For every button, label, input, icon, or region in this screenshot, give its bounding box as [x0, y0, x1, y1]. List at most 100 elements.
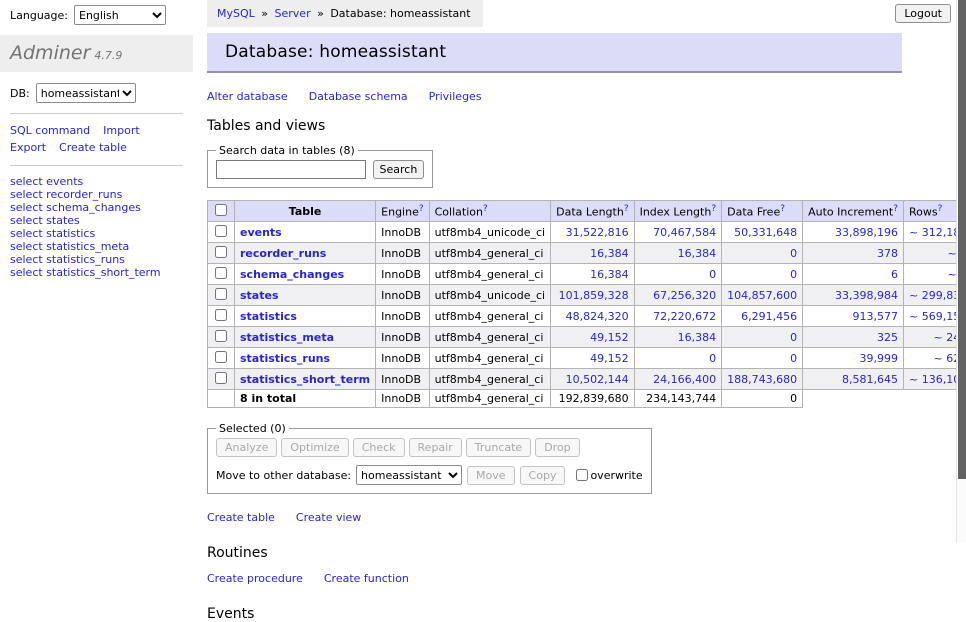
create-function-link[interactable]: Create function [324, 572, 409, 585]
overwrite-checkbox[interactable] [576, 469, 588, 481]
row-checkbox[interactable] [215, 225, 227, 237]
sidebar-link-export[interactable]: Export [10, 141, 46, 154]
row-checkbox[interactable] [215, 372, 227, 384]
move-database-select[interactable]: homeassistant [356, 465, 462, 485]
engine-cell: InnoDB [376, 243, 429, 264]
overwrite-label: overwrite [590, 469, 642, 482]
help-link-collation[interactable]: ? [483, 204, 488, 214]
total-label: 8 in total [235, 390, 376, 408]
row-checkbox[interactable] [215, 309, 227, 321]
optimize-button[interactable]: Optimize [281, 438, 348, 457]
search-fieldset: Search data in tables (8) Search [207, 144, 433, 188]
sidebar-item-select-statistics-short-term[interactable]: select statistics_short_term [10, 266, 183, 279]
table-row-states: states InnoDB utf8mb4_unicode_ci 101,859… [208, 285, 966, 306]
data-length-cell: 16,384 [551, 264, 634, 285]
vertical-scrollbar[interactable] [956, 0, 966, 543]
table-link-statistics-meta[interactable]: statistics_meta [240, 331, 334, 344]
data-free-cell: 104,857,600 [722, 285, 803, 306]
sidebar-item-select-states[interactable]: select states [10, 214, 183, 227]
scrollbar-thumb[interactable] [958, 0, 966, 479]
sidebar-item-select-recorder-runs[interactable]: select recorder_runs [10, 188, 183, 201]
language-select[interactable]: English [74, 5, 166, 25]
events-title: Events [207, 606, 917, 622]
sidebar-item-select-statistics-runs[interactable]: select statistics_runs [10, 253, 183, 266]
db-select[interactable]: homeassistant [36, 83, 136, 103]
breadcrumb-link-server[interactable]: Server [275, 7, 311, 20]
database-schema-link[interactable]: Database schema [309, 90, 408, 103]
help-link-data-free[interactable]: ? [780, 204, 785, 214]
data-length-cell: 49,152 [551, 348, 634, 369]
collation-cell: utf8mb4_general_ci [429, 369, 550, 390]
collation-cell: utf8mb4_general_ci [429, 327, 550, 348]
repair-button[interactable]: Repair [409, 438, 462, 457]
search-input[interactable] [216, 160, 366, 179]
row-checkbox[interactable] [215, 288, 227, 300]
total-data-free: 0 [722, 390, 803, 408]
select-all-checkbox[interactable] [215, 204, 227, 216]
table-link-statistics-runs[interactable]: statistics_runs [240, 352, 330, 365]
help-link-auto-increment[interactable]: ? [893, 204, 898, 214]
breadcrumb-current: Database: homeassistant [330, 7, 470, 20]
total-engine: InnoDB [376, 390, 429, 408]
sidebar-link-create-table[interactable]: Create table [59, 141, 127, 154]
create-view-link[interactable]: Create view [296, 511, 361, 524]
search-button[interactable]: Search [373, 160, 425, 179]
auto-increment-cell: 913,577 [803, 306, 904, 327]
column-header-rows: Rows [909, 206, 938, 219]
truncate-button[interactable]: Truncate [466, 438, 531, 457]
sidebar-link-sql-command[interactable]: SQL command [10, 124, 90, 137]
index-length-cell: 70,467,584 [634, 222, 722, 243]
row-checkbox[interactable] [215, 246, 227, 258]
engine-cell: InnoDB [376, 369, 429, 390]
engine-cell: InnoDB [376, 327, 429, 348]
help-link-index-length[interactable]: ? [711, 204, 716, 214]
column-header-index-length: Index Length [640, 206, 712, 219]
help-link-rows[interactable]: ? [938, 204, 943, 214]
copy-button[interactable]: Copy [520, 466, 566, 485]
sidebar-item-select-events[interactable]: select events [10, 175, 183, 188]
collation-cell: utf8mb4_general_ci [429, 306, 550, 327]
move-button[interactable]: Move [467, 466, 515, 485]
column-header-auto-increment: Auto Increment [808, 206, 893, 219]
collation-cell: utf8mb4_unicode_ci [429, 222, 550, 243]
engine-cell: InnoDB [376, 285, 429, 306]
index-length-cell: 0 [634, 348, 722, 369]
breadcrumb: MySQL » Server » Database: homeassistant [207, 0, 483, 27]
auto-increment-cell: 33,398,984 [803, 285, 904, 306]
sidebar-link-import[interactable]: Import [103, 124, 140, 137]
privileges-link[interactable]: Privileges [429, 90, 482, 103]
table-link-statistics-short-term[interactable]: statistics_short_term [240, 373, 370, 386]
drop-button[interactable]: Drop [535, 438, 579, 457]
logout-button[interactable]: Logout [895, 4, 951, 23]
table-link-states[interactable]: states [240, 289, 279, 302]
index-length-cell: 16,384 [634, 327, 722, 348]
total-data-length: 192,839,680 [551, 390, 634, 408]
collation-cell: utf8mb4_unicode_ci [429, 285, 550, 306]
sidebar-item-select-statistics[interactable]: select statistics [10, 227, 183, 240]
help-link-data-length[interactable]: ? [624, 204, 629, 214]
check-button[interactable]: Check [353, 438, 405, 457]
row-checkbox[interactable] [215, 351, 227, 363]
data-length-cell: 101,859,328 [551, 285, 634, 306]
create-table-link[interactable]: Create table [207, 511, 275, 524]
sidebar-item-select-statistics-meta[interactable]: select statistics_meta [10, 240, 183, 253]
row-checkbox[interactable] [215, 267, 227, 279]
create-procedure-link[interactable]: Create procedure [207, 572, 303, 585]
adminer-logo-link[interactable]: Adminer [10, 42, 90, 64]
sidebar-table-list: select events select recorder_runs selec… [10, 175, 183, 279]
analyze-button[interactable]: Analyze [216, 438, 277, 457]
table-link-schema-changes[interactable]: schema_changes [240, 268, 344, 281]
data-free-cell: 0 [722, 348, 803, 369]
create-links-row: Create table Create view [207, 511, 917, 524]
data-free-cell: 50,331,648 [722, 222, 803, 243]
table-link-events[interactable]: events [240, 226, 282, 239]
breadcrumb-link-mysql[interactable]: MySQL [217, 7, 255, 20]
help-link-engine[interactable]: ? [419, 204, 424, 214]
alter-database-link[interactable]: Alter database [207, 90, 288, 103]
engine-cell: InnoDB [376, 348, 429, 369]
table-link-statistics[interactable]: statistics [240, 310, 297, 323]
table-row-recorder-runs: recorder_runs InnoDB utf8mb4_general_ci … [208, 243, 966, 264]
row-checkbox[interactable] [215, 330, 227, 342]
sidebar-item-select-schema-changes[interactable]: select schema_changes [10, 201, 183, 214]
table-link-recorder-runs[interactable]: recorder_runs [240, 247, 326, 260]
